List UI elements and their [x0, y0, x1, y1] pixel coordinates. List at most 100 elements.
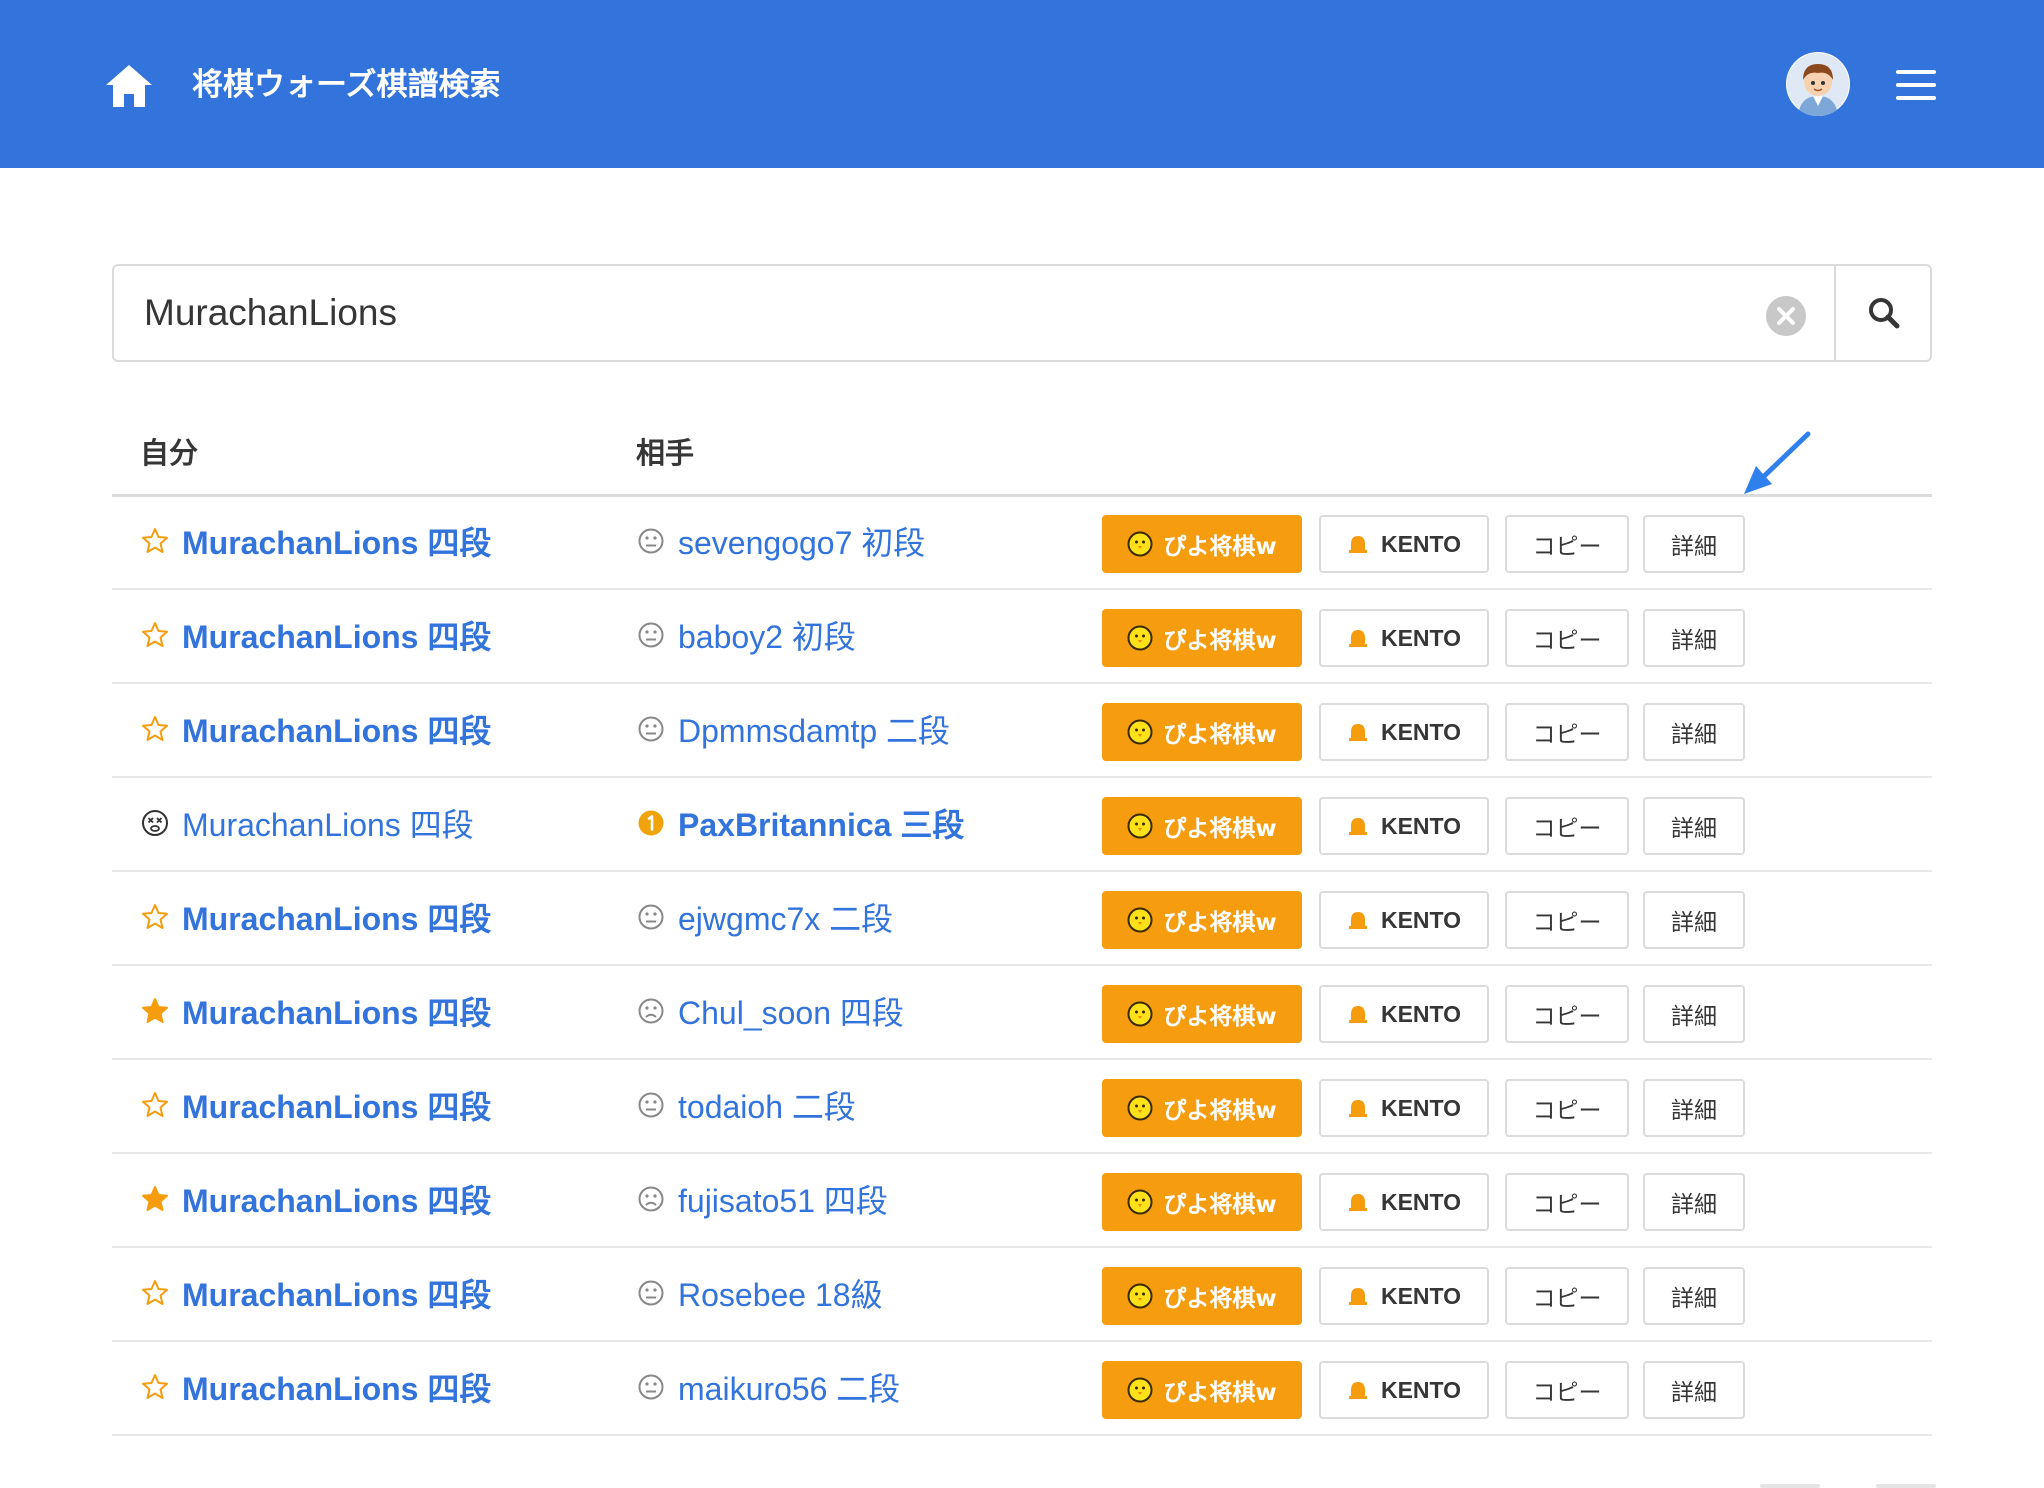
opponent-player-link[interactable]: Dpmmsdamtp 二段: [678, 706, 950, 752]
piyo-shogi-label: ぴよ将棋w: [1163, 1380, 1277, 1406]
star-outline-icon[interactable]: [140, 902, 170, 932]
piyo-shogi-button[interactable]: ぴよ将棋w: [1102, 891, 1302, 949]
star-outline-icon[interactable]: [140, 620, 170, 650]
bell-icon: [1348, 912, 1367, 929]
self-cell: MurachanLions 四段: [140, 1270, 491, 1316]
kento-button[interactable]: KENTO: [1319, 609, 1489, 667]
kento-button[interactable]: KENTO: [1319, 1079, 1489, 1137]
opponent-player-link[interactable]: PaxBritannica 三段: [678, 800, 964, 846]
detail-button[interactable]: 詳細: [1643, 515, 1745, 573]
self-player-link[interactable]: MurachanLions 四段: [182, 1176, 491, 1222]
detail-button[interactable]: 詳細: [1643, 797, 1745, 855]
bell-icon: [1348, 818, 1367, 835]
self-player-link[interactable]: MurachanLions 四段: [182, 1270, 491, 1316]
kento-label: KENTO: [1380, 812, 1462, 839]
detail-label: 詳細: [1671, 628, 1717, 654]
opponent-cell: todaioh 二段: [636, 1082, 856, 1128]
opponent-cell: fujisato51 四段: [636, 1176, 888, 1222]
search-input[interactable]: [114, 266, 1834, 360]
self-player-link[interactable]: MurachanLions 四段: [182, 894, 491, 940]
copy-label: コピー: [1532, 1192, 1602, 1218]
star-outline-icon[interactable]: [140, 1090, 170, 1120]
star-filled-icon[interactable]: [140, 996, 170, 1026]
detail-button[interactable]: 詳細: [1643, 891, 1745, 949]
app-title[interactable]: 将棋ウォーズ棋譜検索: [192, 62, 500, 108]
table-row: MurachanLions 四段 Rosebee 18級 ぴよ将棋w KENTO コピー…: [112, 1248, 1932, 1342]
opponent-player-link[interactable]: baboy2 初段: [678, 612, 856, 658]
piyo-shogi-button[interactable]: ぴよ将棋w: [1102, 797, 1302, 855]
kento-button[interactable]: KENTO: [1319, 891, 1489, 949]
kento-label: KENTO: [1380, 530, 1462, 557]
star-outline-icon[interactable]: [140, 1372, 170, 1402]
piyo-shogi-button[interactable]: ぴよ将棋w: [1102, 515, 1302, 573]
detail-button[interactable]: 詳細: [1643, 1079, 1745, 1137]
star-outline-icon[interactable]: [140, 526, 170, 556]
search-icon: [1869, 298, 1900, 329]
clear-icon[interactable]: [1766, 296, 1806, 336]
opponent-player-link[interactable]: todaioh 二段: [678, 1082, 856, 1128]
detail-button[interactable]: 詳細: [1643, 985, 1745, 1043]
self-player-link[interactable]: MurachanLions 四段: [182, 1364, 491, 1410]
self-player-link[interactable]: MurachanLions 四段: [182, 800, 474, 846]
dizzy-face-icon[interactable]: [140, 808, 170, 838]
kento-button[interactable]: KENTO: [1319, 515, 1489, 573]
copy-button[interactable]: コピー: [1505, 985, 1629, 1043]
row-divider: [112, 1434, 1932, 1436]
copy-button[interactable]: コピー: [1505, 797, 1629, 855]
piyo-shogi-button[interactable]: ぴよ将棋w: [1102, 1079, 1302, 1137]
search-button[interactable]: [1836, 266, 1932, 360]
piyo-shogi-button[interactable]: ぴよ将棋w: [1102, 1361, 1302, 1419]
opponent-player-link[interactable]: fujisato51 四段: [678, 1176, 888, 1222]
opponent-player-link[interactable]: maikuro56 二段: [678, 1364, 900, 1410]
home-icon[interactable]: [104, 63, 154, 109]
detail-button[interactable]: 詳細: [1643, 1173, 1745, 1231]
piyo-shogi-button[interactable]: ぴよ将棋w: [1102, 985, 1302, 1043]
self-player-link[interactable]: MurachanLions 四段: [182, 612, 491, 658]
self-player-link[interactable]: MurachanLions 四段: [182, 706, 491, 752]
copy-label: コピー: [1532, 1098, 1602, 1124]
avatar-image: [1787, 53, 1849, 116]
kento-button[interactable]: KENTO: [1319, 797, 1489, 855]
copy-button[interactable]: コピー: [1505, 891, 1629, 949]
piyo-shogi-button[interactable]: ぴよ将棋w: [1102, 1267, 1302, 1325]
opponent-player-link[interactable]: Chul_soon 四段: [678, 988, 904, 1034]
kento-button[interactable]: KENTO: [1319, 1173, 1489, 1231]
star-outline-icon[interactable]: [140, 1278, 170, 1308]
kento-button[interactable]: KENTO: [1319, 1361, 1489, 1419]
piyo-shogi-label: ぴよ将棋w: [1163, 628, 1277, 654]
detail-button[interactable]: 詳細: [1643, 1361, 1745, 1419]
copy-button[interactable]: コピー: [1505, 1079, 1629, 1137]
hamburger-menu-icon[interactable]: [1896, 70, 1936, 100]
copy-button[interactable]: コピー: [1505, 703, 1629, 761]
detail-button[interactable]: 詳細: [1643, 1267, 1745, 1325]
kento-button[interactable]: KENTO: [1319, 985, 1489, 1043]
copy-button[interactable]: コピー: [1505, 515, 1629, 573]
opponent-player-link[interactable]: sevengogo7 初段: [678, 518, 925, 564]
pagination-button[interactable]: [1760, 1484, 1820, 1488]
detail-label: 詳細: [1671, 722, 1717, 748]
copy-button[interactable]: コピー: [1505, 609, 1629, 667]
self-player-link[interactable]: MurachanLions 四段: [182, 1082, 491, 1128]
neutral-face-icon: [636, 1372, 666, 1402]
kento-button[interactable]: KENTO: [1319, 1267, 1489, 1325]
piyo-shogi-label: ぴよ将棋w: [1163, 1098, 1277, 1124]
opponent-cell: sevengogo7 初段: [636, 518, 925, 564]
detail-button[interactable]: 詳細: [1643, 703, 1745, 761]
star-outline-icon[interactable]: [140, 714, 170, 744]
piyo-shogi-button[interactable]: ぴよ将棋w: [1102, 609, 1302, 667]
opponent-player-link[interactable]: Rosebee 18級: [678, 1270, 883, 1316]
kento-button[interactable]: KENTO: [1319, 703, 1489, 761]
pagination-button[interactable]: [1876, 1484, 1936, 1488]
copy-button[interactable]: コピー: [1505, 1173, 1629, 1231]
copy-button[interactable]: コピー: [1505, 1267, 1629, 1325]
avatar[interactable]: [1786, 52, 1850, 116]
opponent-player-link[interactable]: ejwgmc7x 二段: [678, 894, 893, 940]
detail-button[interactable]: 詳細: [1643, 609, 1745, 667]
star-filled-icon[interactable]: [140, 1184, 170, 1214]
piyo-shogi-button[interactable]: ぴよ将棋w: [1102, 703, 1302, 761]
self-player-link[interactable]: MurachanLions 四段: [182, 988, 491, 1034]
copy-button[interactable]: コピー: [1505, 1361, 1629, 1419]
self-player-link[interactable]: MurachanLions 四段: [182, 518, 491, 564]
self-cell: MurachanLions 四段: [140, 706, 491, 752]
piyo-shogi-button[interactable]: ぴよ将棋w: [1102, 1173, 1302, 1231]
